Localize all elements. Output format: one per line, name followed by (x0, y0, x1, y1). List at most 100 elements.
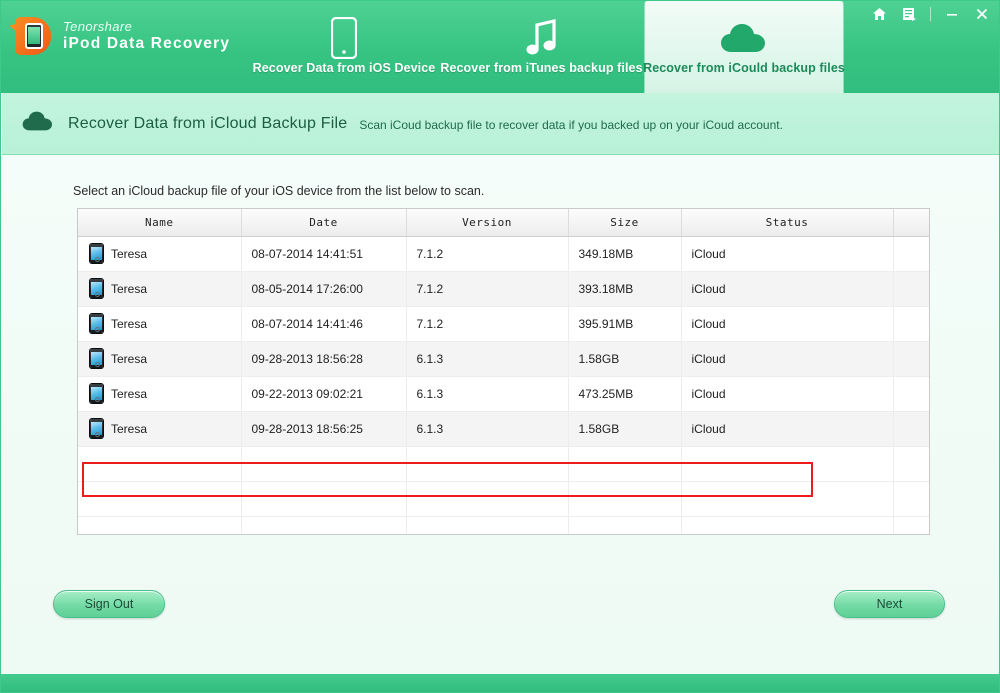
main-content: Select an iCloud backup file of your iOS… (2, 156, 999, 676)
cell-date: 09-28-2013 18:56:28 (241, 341, 407, 377)
table-row[interactable]: Teresa 09-22-2013 09:02:21 6.1.3 473.25MB iC… (78, 376, 929, 412)
column-header-spacer (893, 209, 929, 237)
cell-empty (893, 516, 929, 534)
cell-status: iCloud (681, 411, 894, 447)
cloud-icon (717, 15, 771, 61)
cell-size: 1.58GB (568, 411, 682, 447)
cell-empty (406, 516, 569, 534)
cell-version: 6.1.3 (406, 376, 569, 412)
cell-empty (78, 446, 242, 482)
cell-version: 7.1.2 (406, 271, 569, 307)
iphone-icon (331, 15, 357, 61)
cell-size: 1.58GB (568, 341, 682, 377)
cell-size: 473.25MB (568, 376, 682, 412)
cell-empty (568, 516, 682, 534)
cell-empty (681, 481, 894, 517)
device-name-label: Teresa (111, 281, 148, 296)
cell-empty (568, 481, 682, 517)
table-row[interactable]: Teresa 08-05-2014 17:26:00 7.1.2 393.18MB iC… (78, 271, 929, 307)
cell-spacer (893, 236, 929, 272)
device-name-label: Teresa (111, 421, 148, 436)
cell-date: 08-07-2014 14:41:51 (241, 236, 407, 272)
column-header-date[interactable]: Date (241, 209, 407, 237)
cell-empty (893, 446, 929, 482)
title-bar: Tenorshare iPod Data Recovery Recover Da… (1, 1, 999, 93)
page-title: Recover Data from iCloud Backup File (68, 114, 348, 132)
tenorshare-d-logo-icon (9, 15, 53, 57)
tab-label: Recover from iTunes backup files (440, 61, 643, 75)
window-controls (870, 5, 991, 23)
cell-status: iCloud (681, 271, 894, 307)
table-row[interactable]: Teresa 09-28-2013 18:56:28 6.1.3 1.58GB iClo… (78, 341, 929, 377)
device-icon (90, 314, 103, 333)
cell-empty (78, 481, 242, 517)
brand: Tenorshare iPod Data Recovery (9, 15, 231, 57)
cell-size: 395.91MB (568, 306, 682, 342)
cell-empty (568, 446, 682, 482)
cell-name: Teresa (78, 306, 242, 342)
instruction-text: Select an iCloud backup file of your iOS… (73, 184, 485, 198)
cell-empty (681, 446, 894, 482)
table-row[interactable]: Teresa 08-07-2014 14:41:51 7.1.2 349.18MB iC… (78, 236, 929, 272)
device-name-label: Teresa (111, 351, 148, 366)
application-window: Tenorshare iPod Data Recovery Recover Da… (0, 0, 1000, 693)
cell-size: 393.18MB (568, 271, 682, 307)
document-list-icon[interactable] (900, 5, 918, 23)
cell-version: 7.1.2 (406, 306, 569, 342)
table-row-empty (78, 446, 929, 482)
tab-label: Recover Data from iOS Device (252, 61, 436, 75)
cell-name: Teresa (78, 236, 242, 272)
cell-date: 08-05-2014 17:26:00 (241, 271, 407, 307)
cloud-icon (20, 109, 56, 138)
cell-status: iCloud (681, 341, 894, 377)
cell-name: Teresa (78, 341, 242, 377)
brand-product: iPod Data Recovery (63, 34, 231, 52)
column-header-name[interactable]: Name (78, 209, 242, 237)
device-name-label: Teresa (111, 246, 148, 261)
home-icon[interactable] (870, 5, 888, 23)
column-header-size[interactable]: Size (568, 209, 682, 237)
cell-empty (241, 516, 407, 534)
cell-spacer (893, 376, 929, 412)
cell-spacer (893, 411, 929, 447)
cell-spacer (893, 271, 929, 307)
column-header-version[interactable]: Version (406, 209, 569, 237)
tab-recover-from-ios-device[interactable]: Recover Data from iOS Device (249, 1, 439, 93)
cell-spacer (893, 306, 929, 342)
device-icon (90, 244, 103, 263)
cell-name: Teresa (78, 271, 242, 307)
tab-label: Recover from iCould backup files (643, 61, 845, 75)
device-icon (90, 384, 103, 403)
tab-recover-from-icloud-backup[interactable]: Recover from iCould backup files (643, 1, 845, 93)
cell-status: iCloud (681, 236, 894, 272)
sign-out-button[interactable]: Sign Out (53, 590, 165, 618)
cell-version: 6.1.3 (406, 411, 569, 447)
cell-empty (241, 446, 407, 482)
table-row-empty (78, 516, 929, 534)
device-icon (90, 419, 103, 438)
device-icon (90, 279, 103, 298)
column-header-status[interactable]: Status (681, 209, 894, 237)
cell-name: Teresa (78, 376, 242, 412)
cell-status: iCloud (681, 306, 894, 342)
cell-empty (241, 481, 407, 517)
tab-bar: Recover Data from iOS Device Recover fro… (249, 1, 845, 93)
next-button[interactable]: Next (834, 590, 945, 618)
table-row-empty (78, 481, 929, 517)
brand-company: Tenorshare (63, 18, 133, 34)
minimize-icon[interactable] (943, 5, 961, 23)
tab-recover-from-itunes-backup[interactable]: Recover from iTunes backup files (439, 1, 644, 93)
cell-date: 09-28-2013 18:56:25 (241, 411, 407, 447)
cell-empty (893, 481, 929, 517)
table-row[interactable]: Teresa 09-28-2013 18:56:25 6.1.3 1.58GB iClo… (78, 411, 929, 447)
cell-version: 6.1.3 (406, 341, 569, 377)
cell-empty (406, 446, 569, 482)
close-icon[interactable] (973, 5, 991, 23)
table-body: Teresa 08-07-2014 14:41:51 7.1.2 349.18MB iC… (78, 236, 929, 534)
cell-empty (78, 516, 242, 534)
music-note-icon (525, 15, 559, 61)
cell-size: 349.18MB (568, 236, 682, 272)
cell-version: 7.1.2 (406, 236, 569, 272)
cell-name: Teresa (78, 411, 242, 447)
table-row[interactable]: Teresa 08-07-2014 14:41:46 7.1.2 395.91MB iC… (78, 306, 929, 342)
